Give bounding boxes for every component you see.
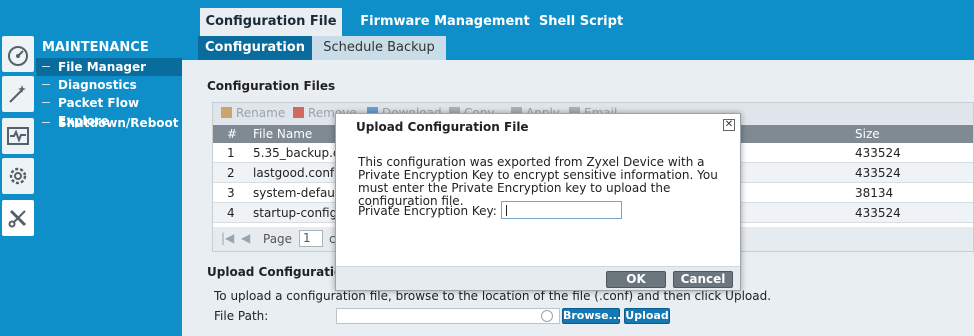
column-header-size[interactable]: Size (855, 127, 880, 141)
private-encryption-key-label: Private Encryption Key: (358, 204, 497, 218)
sidebar-section-title: MAINTENANCE (42, 40, 149, 55)
row-size: 433524 (855, 206, 901, 220)
top-tab-bar: Configuration File Firmware Management S… (0, 0, 974, 36)
trash-icon (293, 107, 304, 118)
rename-icon (221, 107, 232, 118)
sidebar-item-label: Shutdown/Reboot (58, 116, 179, 130)
tab-configuration[interactable]: Configuration (198, 36, 312, 60)
sub-tab-bar: Configuration Schedule Backup (182, 36, 974, 60)
browse-button[interactable]: Browse... (562, 308, 621, 324)
sidebar-bullet (42, 122, 50, 123)
maintenance-tools-icon (8, 209, 27, 228)
dashboard-rail-button[interactable] (2, 36, 34, 72)
sidebar-bullet (42, 66, 50, 67)
dialog-footer: OK Cancel (336, 266, 740, 290)
column-header-index[interactable]: # (227, 127, 237, 141)
tab-shell-script[interactable]: Shell Script (536, 8, 626, 36)
row-size: 38134 (855, 186, 894, 200)
row-size: 433524 (855, 166, 901, 180)
page-number-input[interactable]: 1 (299, 230, 323, 247)
sidebar-bullet (42, 84, 50, 85)
private-encryption-key-input[interactable] (501, 201, 622, 219)
sidebar-item-shutdown-reboot[interactable]: Shutdown/Reboot (36, 114, 182, 132)
rename-button[interactable]: Rename (221, 106, 285, 120)
first-page-icon[interactable]: |◀ (221, 231, 234, 245)
upload-hint: To upload a configuration file, browse t… (214, 289, 772, 303)
text-caret (506, 205, 507, 216)
close-icon[interactable]: ✕ (723, 119, 735, 131)
tab-schedule-backup[interactable]: Schedule Backup (312, 36, 446, 60)
sidebar-item-diagnostics[interactable]: Diagnostics (36, 76, 182, 94)
row-file-name: lastgood.conf (253, 166, 335, 180)
sidebar-item-label: Diagnostics (58, 78, 137, 92)
sidebar-item-packet-flow-explore[interactable]: Packet Flow Explore (36, 94, 182, 128)
sidebar: MAINTENANCE File Manager Diagnostics Pac… (36, 36, 182, 336)
file-path-label: File Path: (214, 309, 269, 323)
file-path-input[interactable] (336, 308, 560, 324)
upload-button[interactable]: Upload (624, 308, 670, 324)
page-label: Page (263, 232, 293, 246)
monitor-rail-button[interactable] (2, 118, 34, 154)
sidebar-bullet (42, 102, 50, 103)
dialog-title: Upload Configuration File (356, 120, 529, 134)
row-file-name: 5.35_backup.c (253, 146, 340, 160)
configuration-rail-button[interactable] (2, 158, 34, 194)
dashboard-icon (8, 46, 28, 66)
row-index: 1 (227, 146, 235, 160)
maintenance-rail-button[interactable] (2, 200, 34, 236)
column-header-file-name[interactable]: File Name (253, 127, 312, 141)
configuration-gear-icon (9, 167, 27, 185)
configuration-files-title: Configuration Files (207, 79, 336, 93)
tab-firmware-management[interactable]: Firmware Management (360, 8, 530, 36)
sidebar-item-label: File Manager (58, 60, 147, 74)
tab-configuration-file[interactable]: Configuration File (200, 8, 342, 36)
monitor-icon (7, 127, 29, 145)
cancel-button[interactable]: Cancel (673, 271, 733, 288)
prev-page-icon[interactable]: ◀ (241, 231, 250, 245)
row-size: 433524 (855, 146, 901, 160)
ok-button[interactable]: OK (606, 271, 666, 288)
icon-rail (0, 36, 36, 336)
row-file-name: startup-config. (253, 206, 342, 220)
wizard-rail-button[interactable] (2, 76, 34, 112)
row-index: 3 (227, 186, 235, 200)
row-index: 2 (227, 166, 235, 180)
row-index: 4 (227, 206, 235, 220)
clear-icon[interactable] (541, 310, 553, 322)
upload-configuration-dialog: Upload Configuration File ✕ This configu… (335, 113, 741, 291)
wizard-icon (9, 85, 26, 103)
sidebar-item-file-manager[interactable]: File Manager (36, 58, 182, 76)
row-file-name: system-default (253, 186, 343, 200)
